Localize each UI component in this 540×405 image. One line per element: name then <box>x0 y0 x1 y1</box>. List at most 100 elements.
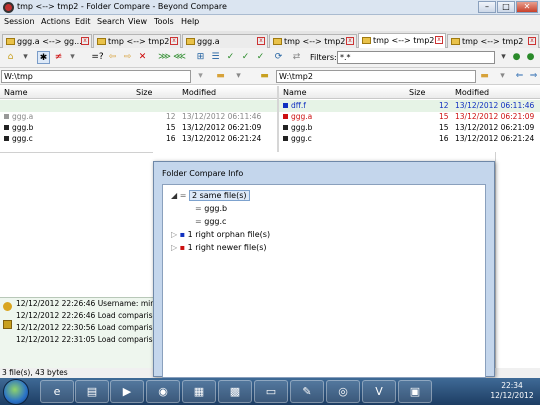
tab-5[interactable]: tmp <--> tmp2 x <box>447 34 539 48</box>
left-browse-icon[interactable]: ▾ <box>194 70 207 83</box>
network-icon[interactable]: ▩ <box>218 380 252 403</box>
clock[interactable]: 22:34 12/12/2012 <box>488 381 536 401</box>
tool-icon[interactable]: ✎ <box>290 380 324 403</box>
tree-node-same[interactable]: ◢ = 2 same file(s) <box>171 190 250 202</box>
left-col-name[interactable]: Name <box>4 88 28 97</box>
menu-actions[interactable]: Actions <box>41 17 70 26</box>
menu-tools[interactable]: Tools <box>154 17 174 26</box>
tab-close-icon[interactable]: x <box>81 37 89 45</box>
delete-icon[interactable]: ✕ <box>136 51 149 64</box>
chrome-icon[interactable]: ◉ <box>146 380 180 403</box>
text-compare-icon <box>6 38 15 45</box>
nav-back-icon[interactable]: ⇐ <box>513 70 526 83</box>
tab-2[interactable]: ggg.a x <box>182 34 268 48</box>
tab-close-icon[interactable]: x <box>528 37 536 45</box>
left-path-input[interactable]: W:\tmp <box>1 70 191 83</box>
copy-left-icon[interactable]: ⇦ <box>106 51 119 64</box>
home-icon[interactable]: ⌂ <box>4 51 17 64</box>
right-col-modified[interactable]: Modified <box>455 88 489 97</box>
pane-splitter[interactable] <box>277 86 279 152</box>
check-all-icon[interactable]: ✓ <box>239 51 252 64</box>
dialog-title: Folder Compare Info <box>162 169 244 178</box>
check-icon[interactable]: ✓ <box>224 51 237 64</box>
beyond-compare-icon[interactable]: ◎ <box>326 380 360 403</box>
tab-close-icon[interactable]: x <box>170 37 178 45</box>
tab-close-icon[interactable]: x <box>257 37 265 45</box>
filter-files-icon[interactable]: ☰ <box>209 51 222 64</box>
left-history-icon[interactable]: ▾ <box>232 70 245 83</box>
filter-apply-icon[interactable]: ● <box>510 51 523 64</box>
left-folder-icon[interactable]: ▬ <box>214 70 227 83</box>
menu-bar: Session Actions Edit Search View Tools H… <box>0 15 540 31</box>
taskbar: e ▤ ▶ ◉ ▦ ▩ ▭ ✎ ◎ V ▣ 22:34 12/12/2012 <box>0 378 540 405</box>
session-icon[interactable]: ▾ <box>19 51 32 64</box>
left-col-modified[interactable]: Modified <box>182 88 216 97</box>
expand-arrow-icon[interactable]: ▷ <box>171 230 177 239</box>
maximize-button[interactable]: □ <box>497 1 515 13</box>
calculator-icon[interactable]: ▦ <box>182 380 216 403</box>
cmd-icon[interactable]: ▭ <box>254 380 288 403</box>
select-icon[interactable]: ⊞ <box>194 51 207 64</box>
menu-edit[interactable]: Edit <box>75 17 91 26</box>
equal-icon: = <box>179 191 187 200</box>
swap-icon[interactable]: ⇄ <box>290 51 303 64</box>
rules-icon[interactable]: =? <box>91 51 104 64</box>
start-button[interactable] <box>3 379 29 405</box>
menu-session[interactable]: Session <box>4 17 35 26</box>
right-col-size[interactable]: Size <box>409 88 425 97</box>
filters-input[interactable]: *.* <box>337 51 495 64</box>
refresh-icon[interactable]: ⟳ <box>272 51 285 64</box>
app-icon[interactable] <box>3 2 14 13</box>
tree-node-orphan[interactable]: ▷ ▪ 1 right orphan file(s) <box>171 230 270 241</box>
show-diff-icon[interactable]: ≠ <box>52 51 65 64</box>
right-row-ggg-c[interactable]: ggg.c 16 13/12/2012 06:21:24 <box>279 134 540 144</box>
show-all-icon[interactable]: ✱ <box>37 51 50 64</box>
tab-close-icon[interactable]: x <box>435 36 443 44</box>
vnc-icon[interactable]: V <box>362 380 396 403</box>
left-row-ggg-c[interactable]: ggg.c 16 13/12/2012 06:21:24 <box>0 134 277 144</box>
right-history-icon[interactable]: ▾ <box>496 70 509 83</box>
expand-icon[interactable]: ⋙ <box>158 51 171 64</box>
right-folder-icon[interactable]: ▬ <box>478 70 491 83</box>
right-col-name[interactable]: Name <box>283 88 307 97</box>
menu-search[interactable]: Search <box>97 17 124 26</box>
filter-option-icon[interactable]: ● <box>524 51 537 64</box>
left-column-header: Name Size Modified <box>0 86 277 99</box>
menu-help[interactable]: Help <box>181 17 199 26</box>
tree-leaf-ggg-c[interactable]: = ggg.c <box>195 217 226 228</box>
right-row-dff-f[interactable]: dff.f 12 13/12/2012 06:11:46 <box>279 101 540 111</box>
minimize-button[interactable]: – <box>478 1 496 13</box>
menu-view[interactable]: View <box>128 17 147 26</box>
tree-node-newer[interactable]: ▷ ▪ 1 right newer file(s) <box>171 243 267 254</box>
media-player-icon[interactable]: ▶ <box>110 380 144 403</box>
right-row-ggg-a[interactable]: ggg.a 15 13/12/2012 06:21:09 <box>279 112 540 122</box>
collapse-icon[interactable]: ⋘ <box>173 51 186 64</box>
check-sel-icon[interactable]: ✓ <box>254 51 267 64</box>
show-same-icon[interactable]: ▾ <box>66 51 79 64</box>
left-row-ggg-a[interactable]: ggg.a 12 13/12/2012 06:11:46 <box>0 112 277 122</box>
left-row-ggg-b[interactable]: ggg.b 15 13/12/2012 06:21:09 <box>0 123 277 133</box>
copy-right-icon[interactable]: ⇨ <box>121 51 134 64</box>
close-button[interactable]: ✕ <box>516 1 538 13</box>
collapse-arrow-icon[interactable]: ◢ <box>171 191 177 200</box>
save-log-icon[interactable] <box>3 320 12 329</box>
right-row-ggg-b[interactable]: ggg.b 15 13/12/2012 06:21:09 <box>279 123 540 133</box>
left-parent-icon[interactable]: ▬ <box>258 70 271 83</box>
putty-icon[interactable]: ▣ <box>398 380 432 403</box>
ie-icon[interactable]: e <box>40 380 74 403</box>
tab-4-active[interactable]: tmp <--> tmp2 x <box>358 33 446 49</box>
file-icon <box>283 136 288 141</box>
tab-3[interactable]: tmp <--> tmp2 x <box>269 34 357 48</box>
tree-leaf-ggg-b[interactable]: = ggg.b <box>195 204 227 215</box>
file-icon <box>4 125 9 130</box>
right-path-input[interactable]: W:\tmp2 <box>276 70 476 83</box>
tab-close-icon[interactable]: x <box>346 37 354 45</box>
nav-forward-icon[interactable]: ⇒ <box>527 70 540 83</box>
filters-dropdown-icon[interactable]: ▾ <box>497 51 510 64</box>
explorer-icon[interactable]: ▤ <box>75 380 109 403</box>
tab-0[interactable]: ggg.a <--> gg... x <box>2 34 92 48</box>
tray-icons[interactable] <box>466 383 486 397</box>
left-col-size[interactable]: Size <box>136 88 152 97</box>
tab-1[interactable]: tmp <--> tmp2 x <box>93 34 181 48</box>
expand-arrow-icon[interactable]: ▷ <box>171 243 177 252</box>
